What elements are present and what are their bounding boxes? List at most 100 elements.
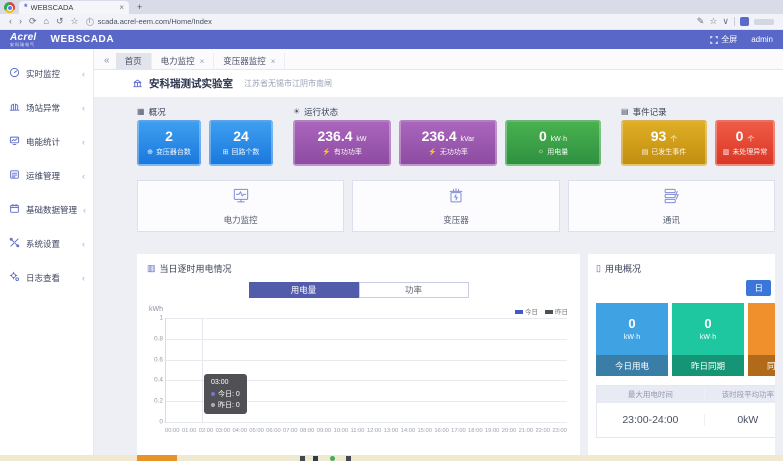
usage-card-0: 0 kW·h 今日用电 bbox=[596, 303, 668, 376]
sidebar-item-label: 系统设置 bbox=[26, 238, 76, 250]
workspace-tab-label: 电力监控 bbox=[161, 55, 195, 67]
x-tick-label: 00:00 bbox=[165, 428, 180, 434]
period-day-button[interactable]: 日 bbox=[746, 280, 771, 296]
extension-pin-icon[interactable]: ✎ bbox=[697, 17, 705, 26]
chevron-left-icon: ‹ bbox=[82, 273, 85, 283]
workspace-tab-0[interactable]: 首页 bbox=[116, 53, 152, 69]
transformer-icon bbox=[446, 186, 466, 211]
sidebar-item-label: 日志查看 bbox=[26, 272, 76, 284]
sidebar-item-5[interactable]: 系统设置 ‹ bbox=[0, 227, 93, 261]
username[interactable]: admin bbox=[751, 35, 773, 44]
nav-card-2[interactable]: 通讯 bbox=[568, 180, 775, 232]
nav-card-0[interactable]: 电力监控 bbox=[137, 180, 344, 232]
sidebar-item-4[interactable]: 基础数据管理 ‹ bbox=[0, 193, 93, 227]
sidebar-item-1[interactable]: 场站异常 ‹ bbox=[0, 91, 93, 125]
nav-cards: 电力监控变压器通讯 bbox=[137, 180, 775, 232]
stat-card: 93 个 ▤已发生事件 bbox=[621, 120, 707, 166]
usage-panel-header: ▯ 用电概况 bbox=[596, 262, 775, 275]
stat-card: 2 ⊕变压器台数 bbox=[137, 120, 201, 166]
extension-icon[interactable] bbox=[740, 17, 749, 26]
usage-unit: kW·h bbox=[700, 334, 716, 341]
calendar-icon bbox=[9, 201, 20, 219]
stat-label: ⚡有功功率 bbox=[322, 147, 362, 157]
stat-label: ▤已发生事件 bbox=[642, 147, 687, 157]
x-tick-label: 13:00 bbox=[384, 428, 399, 434]
x-tick-label: 22:00 bbox=[535, 428, 550, 434]
chevron-down-icon[interactable]: ∨ bbox=[722, 17, 729, 26]
sidebar-item-3[interactable]: 运维管理 ‹ bbox=[0, 159, 93, 193]
history-icon[interactable]: ↺ bbox=[56, 17, 64, 26]
workspace-tab-label: 变压器监控 bbox=[223, 55, 266, 67]
site-info-icon[interactable]: i bbox=[86, 18, 94, 26]
chart-toggle: 用电量功率 bbox=[147, 282, 570, 298]
tooltip-row: 昨日: 0 bbox=[211, 400, 240, 411]
stat-label: ▥未处理异常 bbox=[723, 147, 768, 157]
sidebar-item-2[interactable]: 电能统计 ‹ bbox=[0, 125, 93, 159]
usage-summary-panel: ▯ 用电概况 日 0 kW·h 今日用电 0 kW·h 昨日同期 — % 同比增… bbox=[588, 254, 775, 455]
period-toolbar: 日 bbox=[596, 280, 771, 296]
x-axis-labels: 00:0001:0002:0003:0004:0005:0006:0007:00… bbox=[165, 428, 567, 434]
usage-card-value-area: — % bbox=[748, 303, 775, 355]
browser-address-bar: ‹ › ⟳ ⌂ ↺ ☆ i scada.acrel-eem.com/Home/I… bbox=[0, 14, 783, 30]
usage-table-col-header: 该时段平均功率 bbox=[704, 389, 775, 400]
gridline bbox=[166, 318, 567, 319]
nav-card-1[interactable]: 变压器 bbox=[352, 180, 559, 232]
y-tick-label: 0.2 bbox=[154, 398, 166, 405]
url-input[interactable]: i scada.acrel-eem.com/Home/Index bbox=[86, 17, 690, 26]
tooltip-series-dot bbox=[211, 403, 215, 407]
legend-item[interactable]: 今日 bbox=[515, 306, 538, 316]
workspace-tab-2[interactable]: 变压器监控 × bbox=[214, 53, 285, 69]
x-tick-label: 07:00 bbox=[283, 428, 298, 434]
legend-item[interactable]: 昨日 bbox=[545, 306, 568, 316]
new-tab-button[interactable]: + bbox=[137, 2, 142, 12]
x-tick-label: 04:00 bbox=[232, 428, 247, 434]
chevron-left-icon: ‹ bbox=[83, 205, 86, 215]
circuit-count-icon: ⊞ bbox=[223, 148, 229, 156]
chart-toggle-1[interactable]: 功率 bbox=[359, 282, 469, 298]
browser-tab-strip: * WEBSCADA × + bbox=[0, 0, 783, 14]
bookmark-star-icon[interactable]: ☆ bbox=[71, 17, 79, 26]
forward-icon[interactable]: › bbox=[19, 17, 22, 26]
x-tick-label: 21:00 bbox=[519, 428, 534, 434]
tab-close-icon[interactable]: × bbox=[271, 57, 276, 66]
tab-close-icon[interactable]: × bbox=[119, 3, 124, 12]
chrome-logo-icon[interactable] bbox=[4, 2, 15, 13]
usage-table-col-header: 最大用电时间 bbox=[597, 389, 704, 400]
x-tick-label: 10:00 bbox=[334, 428, 349, 434]
stat-unit: 个 bbox=[747, 136, 754, 143]
usage-card-label: 昨日同期 bbox=[672, 355, 744, 376]
home-icon[interactable]: ⌂ bbox=[44, 17, 49, 26]
sidebar-item-0[interactable]: 实时监控 ‹ bbox=[0, 57, 93, 91]
stat-group-1: ☀运行状态236.4 kW ⚡有功功率236.4 kVar ⚡无功功率0 kW·… bbox=[293, 105, 601, 166]
sidebar-item-label: 运维管理 bbox=[26, 170, 76, 182]
back-icon[interactable]: ‹ bbox=[9, 17, 12, 26]
browser-tab-title: WEBSCADA bbox=[31, 3, 117, 12]
stat-label: ⚡无功功率 bbox=[428, 147, 468, 157]
gridline bbox=[166, 422, 567, 423]
stat-value: 236.4 kVar bbox=[422, 129, 475, 144]
active-power-icon: ⚡ bbox=[322, 148, 331, 156]
communication-icon bbox=[661, 186, 681, 211]
workspace-tab-1[interactable]: 电力监控 × bbox=[152, 53, 215, 69]
star-icon[interactable]: ☆ bbox=[709, 17, 717, 26]
reactive-power-icon: ⚡ bbox=[428, 148, 437, 156]
reload-icon[interactable]: ⟳ bbox=[29, 17, 37, 26]
stat-value: 93 个 bbox=[651, 129, 677, 144]
tabs-collapse-button[interactable]: « bbox=[98, 55, 116, 69]
sidebar-item-label: 场站异常 bbox=[26, 102, 76, 114]
stat-label: ⊕变压器台数 bbox=[147, 147, 191, 157]
browser-tab[interactable]: * WEBSCADA × bbox=[19, 1, 129, 14]
chart-toggle-0[interactable]: 用电量 bbox=[249, 282, 359, 298]
stat-card: 236.4 kW ⚡有功功率 bbox=[293, 120, 391, 166]
fullscreen-button[interactable]: 全屏 bbox=[710, 34, 737, 45]
profile-label bbox=[754, 19, 774, 25]
x-tick-label: 09:00 bbox=[317, 428, 332, 434]
overview-icon: ▦ bbox=[137, 107, 145, 116]
tab-close-icon[interactable]: × bbox=[200, 57, 205, 66]
stats-row: ▦概况2 ⊕变压器台数24 ⊞回路个数☀运行状态236.4 kW ⚡有功功率23… bbox=[137, 105, 775, 166]
chart-plot[interactable]: 03:00 今日: 0昨日: 0 10.80.60.40.20 bbox=[165, 318, 567, 423]
sidebar-item-6[interactable]: 日志查看 ‹ bbox=[0, 261, 93, 295]
chevron-left-icon: ‹ bbox=[82, 137, 85, 147]
events-icon: ▤ bbox=[642, 148, 649, 156]
x-tick-label: 06:00 bbox=[266, 428, 281, 434]
